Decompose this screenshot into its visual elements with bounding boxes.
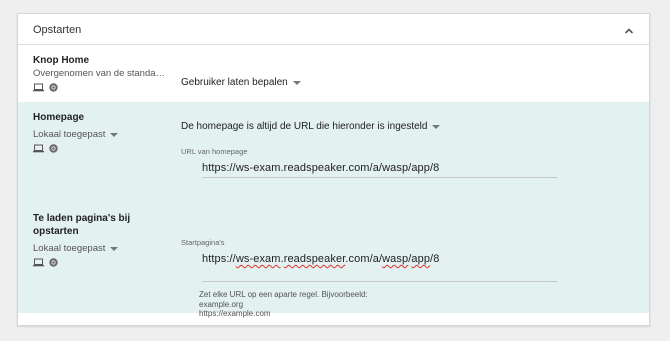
setting-name: Homepage <box>33 112 85 123</box>
chevron-down-icon <box>110 133 119 137</box>
setting-row-homepage: Homepage Lokaal toegepast De homepage is… <box>18 102 649 208</box>
homepage-mode-select[interactable]: De homepage is altijd de URL die hierond… <box>181 121 441 132</box>
field-underline <box>202 281 557 282</box>
chrome-icon <box>49 258 58 267</box>
chrome-icon <box>49 144 58 153</box>
source-select[interactable]: Lokaal toegepast <box>33 243 119 254</box>
laptop-icon <box>33 83 44 92</box>
section-header[interactable]: Opstarten <box>18 14 649 45</box>
startup-pages-hint: Zet elke URL op een aparte regel. Bijvoo… <box>199 290 368 319</box>
home-button-select[interactable]: Gebruiker laten bepalen <box>181 77 301 88</box>
field-label: Startpagina's <box>181 238 225 247</box>
field-label: URL van homepage <box>181 147 248 156</box>
laptop-icon <box>33 258 44 267</box>
setting-source: Overgenomen van de standaar... <box>33 68 168 79</box>
chrome-icon <box>49 83 58 92</box>
homepage-url-input[interactable]: https://ws-exam.readspeaker.com/a/wasp/a… <box>202 162 557 178</box>
field-value: https://ws-exam.readspeaker.com/a/wasp/a… <box>202 253 440 265</box>
setting-source: Lokaal toegepast <box>33 243 106 254</box>
setting-row-startup-pages: Te laden pagina's bij opstarten Lokaal t… <box>18 208 649 318</box>
setting-name-line2: opstarten <box>33 226 79 237</box>
setting-name: Knop Home <box>33 55 90 66</box>
section-title: Opstarten <box>33 24 82 36</box>
select-value: De homepage is altijd de URL die hierond… <box>181 121 428 132</box>
chevron-up-icon[interactable] <box>623 24 635 36</box>
source-select[interactable]: Lokaal toegepast <box>33 129 119 140</box>
select-value: Gebruiker laten bepalen <box>181 77 288 88</box>
field-underline <box>202 177 557 178</box>
chevron-down-icon <box>432 125 441 129</box>
field-value: https://ws-exam.readspeaker.com/a/wasp/a… <box>202 162 440 174</box>
setting-name-line1: Te laden pagina's bij <box>33 213 131 224</box>
hint-example: https://example.com <box>199 309 271 318</box>
hint-example: example.org <box>199 299 244 309</box>
laptop-icon <box>33 144 44 153</box>
setting-row-home-button: Knop Home Overgenomen van de standaar...… <box>18 45 649 102</box>
chevron-down-icon <box>110 247 119 251</box>
chevron-down-icon <box>292 81 301 85</box>
hint-line: Zet elke URL op een aparte regel. Bijvoo… <box>199 290 368 299</box>
startup-pages-textarea[interactable]: https://ws-exam.readspeaker.com/a/wasp/a… <box>202 253 557 282</box>
startup-settings-card: Opstarten Knop Home Overgenomen van de s… <box>17 13 650 326</box>
setting-source: Lokaal toegepast <box>33 129 106 140</box>
